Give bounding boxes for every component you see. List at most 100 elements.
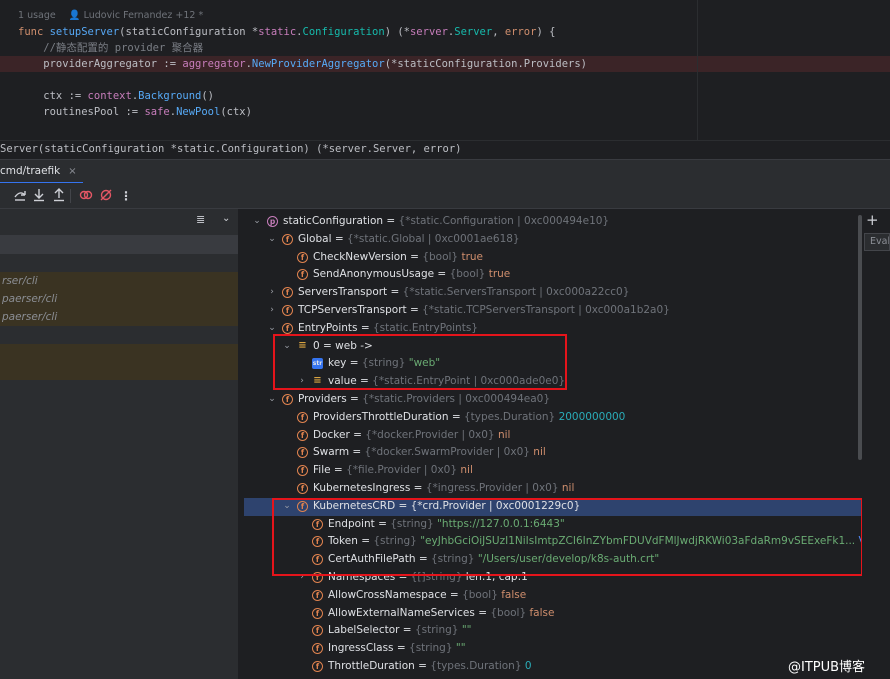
variable-type: {*docker.Provider | 0x0} [365,428,495,441]
chevron-right-icon[interactable]: › [267,302,277,320]
equals-sign: = [434,268,450,281]
scrollbar[interactable] [858,215,862,460]
variable-type: {bool} [490,606,527,619]
variable-row[interactable]: f AllowCrossNamespace = {bool} false [244,587,862,605]
variable-row[interactable]: ⌄ p staticConfiguration = {*static.Configu… [244,213,862,231]
variable-text: Docker = {*docker.Provider | 0x0} nil [313,427,510,445]
tab-label: cmd/traefik [0,165,61,177]
chevron-down-icon[interactable]: ⌄ [267,391,277,409]
variable-text: Global = {*static.Global | 0xc0001ae618} [298,231,520,249]
variable-value: nil [497,428,511,441]
variable-row[interactable]: › f TCPServersTransport = {*static.TCPServ… [244,302,862,320]
stack-frame[interactable] [0,362,238,380]
breadcrumb[interactable]: Server(staticConfiguration *static.Confi… [0,140,890,159]
variable-value: "" [461,624,472,637]
code-token: (ctx) [220,106,252,118]
field-icon: f [312,661,323,672]
variable-type: {types.Duration} [463,410,556,423]
code-token: server [409,26,448,38]
variable-text: ProvidersThrottleDuration = {types.Durat… [313,409,625,427]
evaluate-button[interactable]: Evaluate [864,233,890,251]
variable-row[interactable]: f KubernetesIngress = {*ingress.Provider … [244,480,862,498]
code-token: (staticConfiguration * [119,26,259,38]
equals-sign: = [406,304,423,316]
tab-cmd-traefik[interactable]: cmd/traefik × [0,160,83,184]
usage-hint[interactable]: 1 usage [18,10,56,21]
variable-row[interactable]: › f ServersTransport = {*static.ServersTra… [244,284,862,302]
highlight-box-entrypoints [273,334,567,390]
code-line[interactable]: func setupServer(staticConfiguration *st… [0,24,890,40]
variable-row[interactable]: f ProvidersThrottleDuration = {types.Dura… [244,409,862,427]
variable-name: Global [298,232,332,245]
variable-text: Swarm = {*docker.SwarmProvider | 0x0} ni… [313,444,546,462]
debug-tab-bar: cmd/traefik × [0,159,890,184]
step-out-icon[interactable] [51,188,67,204]
stack-frame[interactable]: paerser/cli [0,308,238,326]
field-icon: f [282,322,293,334]
code-editor[interactable]: 1 usage 👤 Ludovic Fernandez +12 * func s… [0,0,890,140]
step-over-icon[interactable] [12,188,28,204]
chevron-right-icon[interactable]: › [267,284,277,302]
code-token: routinesPool := [18,106,145,118]
equals-sign: = [410,482,426,494]
stack-frame[interactable] [0,344,238,362]
code-token: NewProviderAggregator [251,58,385,70]
variables-tree: ⌄ p staticConfiguration = {*static.Configu… [244,209,862,679]
more-icon[interactable]: ⋮ [118,188,134,204]
variable-value: 0 [524,660,532,672]
close-icon[interactable]: × [68,166,76,177]
code-line[interactable] [0,72,890,88]
field-icon: f [297,465,308,477]
variable-row[interactable]: f ThrottleDuration = {types.Duration} 0 [244,658,862,676]
thread-menu-icon[interactable]: ≣ [196,213,205,226]
field-icon: f [297,251,308,263]
variable-type: {*docker.SwarmProvider | 0x0} [364,446,530,459]
variable-value: nil [460,464,473,477]
code-line[interactable]: routinesPool := safe.NewPool(ctx) [0,104,890,120]
stack-frame[interactable]: paerser/cli [0,290,238,308]
frames-header: ≣ ⌄ [0,209,238,233]
chevron-down-icon[interactable]: ⌄ [252,213,262,231]
variable-row[interactable]: f Docker = {*docker.Provider | 0x0} nil [244,427,862,445]
variable-row[interactable]: f SendAnonymousUsage = {bool} true [244,266,862,284]
variable-row[interactable]: f IngressClass = {string} "" [244,640,862,658]
view-breakpoints-icon[interactable] [78,188,94,204]
variable-row[interactable]: f File = {*file.Provider | 0x0} nil [244,462,862,480]
step-into-icon[interactable] [31,188,47,204]
variable-type: {bool} [449,268,486,281]
field-icon: f [312,625,323,637]
stack-frame[interactable]: rser/cli [0,272,238,290]
selected-thread[interactable] [0,235,238,254]
variable-text: SendAnonymousUsage = {bool} true [313,266,510,284]
variable-row[interactable]: ⌄ f Global = {*static.Global | 0xc0001ae61… [244,231,862,249]
variable-name: AllowCrossNamespace [328,588,447,601]
variable-row[interactable]: ⌄ f Providers = {*static.Providers | 0xc00… [244,391,862,409]
variable-type: {static.EntryPoints} [372,321,478,334]
code-token: error [504,26,537,38]
add-watch-button[interactable]: + [866,211,879,229]
variable-row[interactable]: f AllowExternalNameServices = {bool} fals… [244,605,862,623]
chevron-down-icon[interactable]: ⌄ [267,231,277,249]
code-token: NewPool [176,106,221,118]
mute-breakpoints-icon[interactable] [98,188,114,204]
variable-value: "" [455,642,466,655]
equals-sign: = [357,321,373,334]
code-token: setupServer [49,26,120,38]
variable-name: ThrottleDuration [328,660,415,672]
field-icon: f [282,305,293,316]
variable-value: nil [533,446,546,459]
variable-name: KubernetesIngress [313,482,411,494]
code-token: context [87,90,132,102]
chevron-down-icon[interactable]: ⌄ [222,213,230,224]
code-line[interactable]: ctx := context.Background() [0,88,890,104]
variable-row[interactable]: f CheckNewVersion = {bool} true [244,249,862,267]
code-line[interactable]: providerAggregator := aggregator.NewProv… [0,56,890,72]
variable-row[interactable]: f Swarm = {*docker.SwarmProvider | 0x0} n… [244,444,862,462]
author-hint[interactable]: 👤 Ludovic Fernandez +12 * [69,10,203,21]
equals-sign: = [349,428,366,441]
field-icon: f [282,394,293,405]
equals-sign: = [346,393,363,405]
code-line[interactable]: //静态配置的 provider 聚合器 [0,40,890,56]
variable-row[interactable]: f LabelSelector = {string} "" [244,622,862,640]
code-token: aggregator [182,58,246,70]
